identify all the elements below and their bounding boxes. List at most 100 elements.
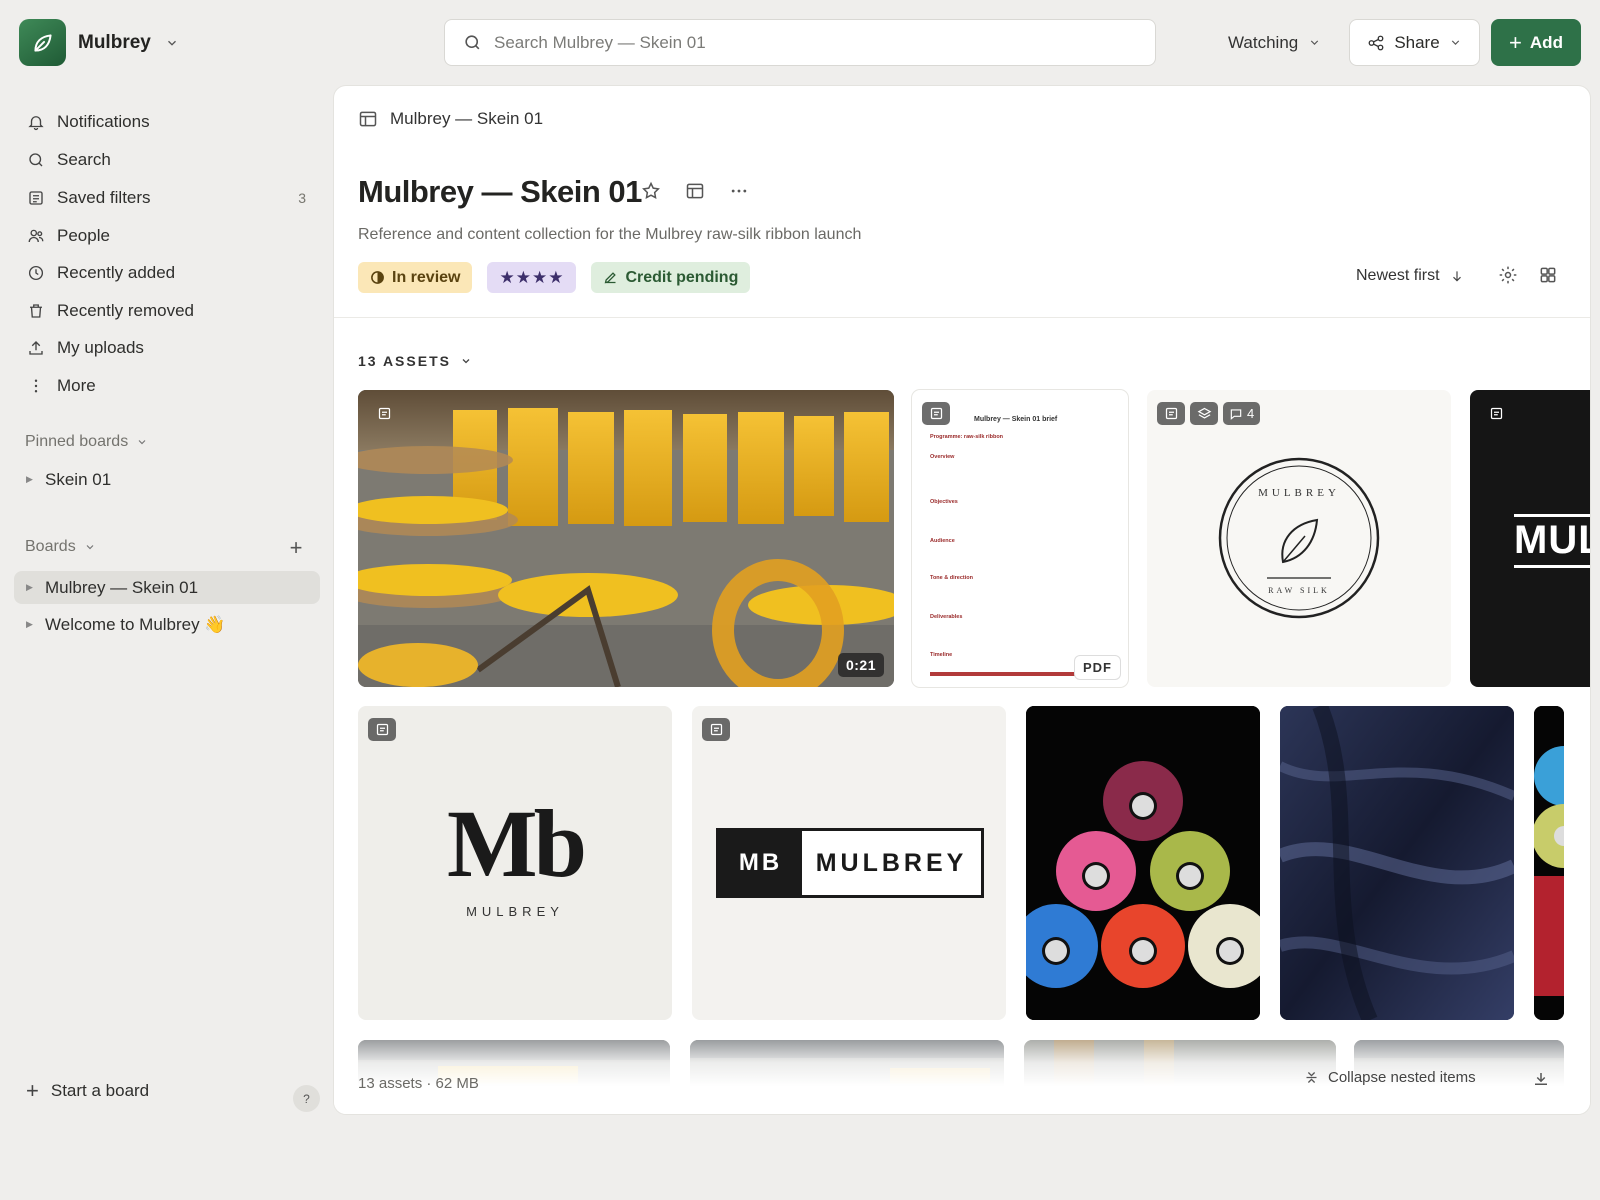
note-icon [1482,402,1510,425]
sidebar-item-saved-filters[interactable]: Saved filters 3 [14,181,320,215]
brief-section: Timeline [930,652,953,658]
assets-count-label: 13 ASSETS [358,353,451,369]
trash-icon [26,301,46,321]
boards-label: Boards [25,538,76,555]
credit-badge[interactable]: Credit pending [591,262,751,293]
silk-workshop-image [358,390,894,687]
sidebar-item-label: Search [57,150,111,169]
dark-logo-rule [1514,565,1590,568]
add-board-icon[interactable]: + [286,537,306,559]
monogram-wordmark: MULBREY [466,904,564,919]
search-input[interactable] [494,32,1137,53]
help-button[interactable]: ? [293,1085,320,1112]
caret-right-icon: ▶ [26,619,33,629]
sidebar-item-label: More [57,376,96,395]
page-title: Mulbrey — Skein 01 [358,174,642,209]
asset-card-pdf[interactable]: Mulbrey — Skein 01 brief Programme: raw-… [912,390,1128,687]
more-vertical-icon [26,376,46,396]
gear-icon[interactable] [1498,265,1518,285]
asset-card-lockup[interactable]: MB MULBREY [692,706,1006,1020]
sort-label: Newest first [1356,267,1440,284]
board-icon [359,111,377,127]
board-welcome-to-mulbrey[interactable]: ▶ Welcome to Mulbrey 👋 [14,608,320,641]
upload-icon [26,338,46,358]
collapse-icon [1306,1072,1317,1083]
pinned-boards-heading[interactable]: Pinned boards [25,433,148,451]
grid-view-icon[interactable] [1538,265,1558,285]
share-button[interactable]: Share [1349,19,1480,66]
pencil-icon [605,272,617,284]
sort-dropdown[interactable]: Newest first [1356,267,1464,285]
sidebar-item-label: Recently removed [57,301,195,320]
brief-section: Tone & direction [930,575,973,581]
sidebar-item-recently-added[interactable]: Recently added [14,256,320,290]
dark-logo-text: MUL [1514,518,1590,562]
chevron-down-icon [165,36,179,50]
sidebar-item-search[interactable]: Search [14,143,320,177]
collapse-nested-button[interactable]: Collapse nested items [1304,1069,1476,1086]
header-divider [334,317,1590,318]
chevron-down-icon [86,545,94,550]
lockup-wordmark: MULBREY [815,848,968,877]
arrow-down-icon [1452,271,1461,282]
asset-card-satin[interactable] [1280,706,1514,1020]
watching-label: Watching [1228,32,1299,52]
comment-icon [1230,408,1242,420]
asset-card-monogram[interactable]: Mb MULBREY [358,706,672,1020]
sidebar-item-notifications[interactable]: Notifications [14,105,320,139]
breadcrumb[interactable]: Mulbrey — Skein 01 [358,109,543,129]
more-horizontal-icon[interactable] [729,181,749,201]
pinned-board-label: Skein 01 [45,469,112,489]
assets-count-toggle[interactable]: 13 ASSETS [358,353,472,369]
top-bar: Mulbrey Watching Share + Add [0,0,1600,86]
search-icon [463,33,482,52]
workspace-name: Mulbrey [78,31,151,53]
tag-row: In review ★★★★ Credit pending [358,262,751,293]
share-label: Share [1394,32,1440,52]
workspace-switcher[interactable]: Mulbrey [19,19,179,66]
asset-card-thread-spools[interactable] [1026,706,1260,1020]
monogram-mark: Mb [447,790,587,897]
search-bar[interactable] [444,19,1156,66]
caret-right-icon: ▶ [26,582,33,592]
asset-card-dark-logo[interactable]: MUL [1470,390,1590,687]
brief-title: Mulbrey — Skein 01 brief [974,416,1058,423]
board-layout-icon[interactable] [685,181,705,201]
board-description: Reference and content collection for the… [358,226,862,243]
asset-card-seal-logo[interactable]: MULBREY RAW SILK 4 [1147,390,1451,687]
brief-section: Deliverables [930,614,963,620]
sidebar-item-more[interactable]: More [14,369,320,403]
star-icon[interactable] [641,181,661,201]
sidebar-item-my-uploads[interactable]: My uploads [14,331,320,365]
asset-card-spool-clipped[interactable] [1534,706,1564,1020]
boards-heading[interactable]: Boards [25,538,96,556]
sidebar-item-recently-removed[interactable]: Recently removed [14,294,320,328]
sidebar-item-label: Recently added [57,263,176,282]
download-icon[interactable] [1532,1070,1550,1088]
lockup-frame: MB MULBREY [716,828,984,898]
card-badges [922,402,950,425]
pinned-board-skein-01[interactable]: ▶ Skein 01 [14,463,320,496]
status-badge[interactable]: In review [358,262,473,293]
saved-filters-count: 3 [298,190,306,206]
title-actions [641,181,749,201]
sidebar-item-label: Saved filters [57,188,151,207]
video-duration: 0:21 [837,653,884,677]
thread-spools-image [1026,706,1260,1020]
note-icon [702,718,730,741]
start-board-button[interactable]: + Start a board [26,1080,149,1102]
add-button[interactable]: + Add [1491,19,1581,66]
brief-programme: Programme: raw-silk ribbon [930,434,1004,440]
brief-section: Overview [930,454,955,460]
asset-card-video[interactable]: 0:21 [358,390,894,687]
watching-dropdown[interactable]: Watching [1214,19,1335,66]
board-mulbrey-skein-01[interactable]: ▶ Mulbrey — Skein 01 [14,571,320,604]
dark-logo-rule [1514,514,1590,517]
sidebar-item-people[interactable]: People [14,219,320,253]
add-label: Add [1529,32,1563,52]
chevron-down-icon [1311,40,1319,45]
rating-badge[interactable]: ★★★★ [487,262,577,293]
search-icon [26,150,46,170]
rating-stars: ★★★★ [499,267,565,287]
seal-logo-image [1218,457,1380,619]
